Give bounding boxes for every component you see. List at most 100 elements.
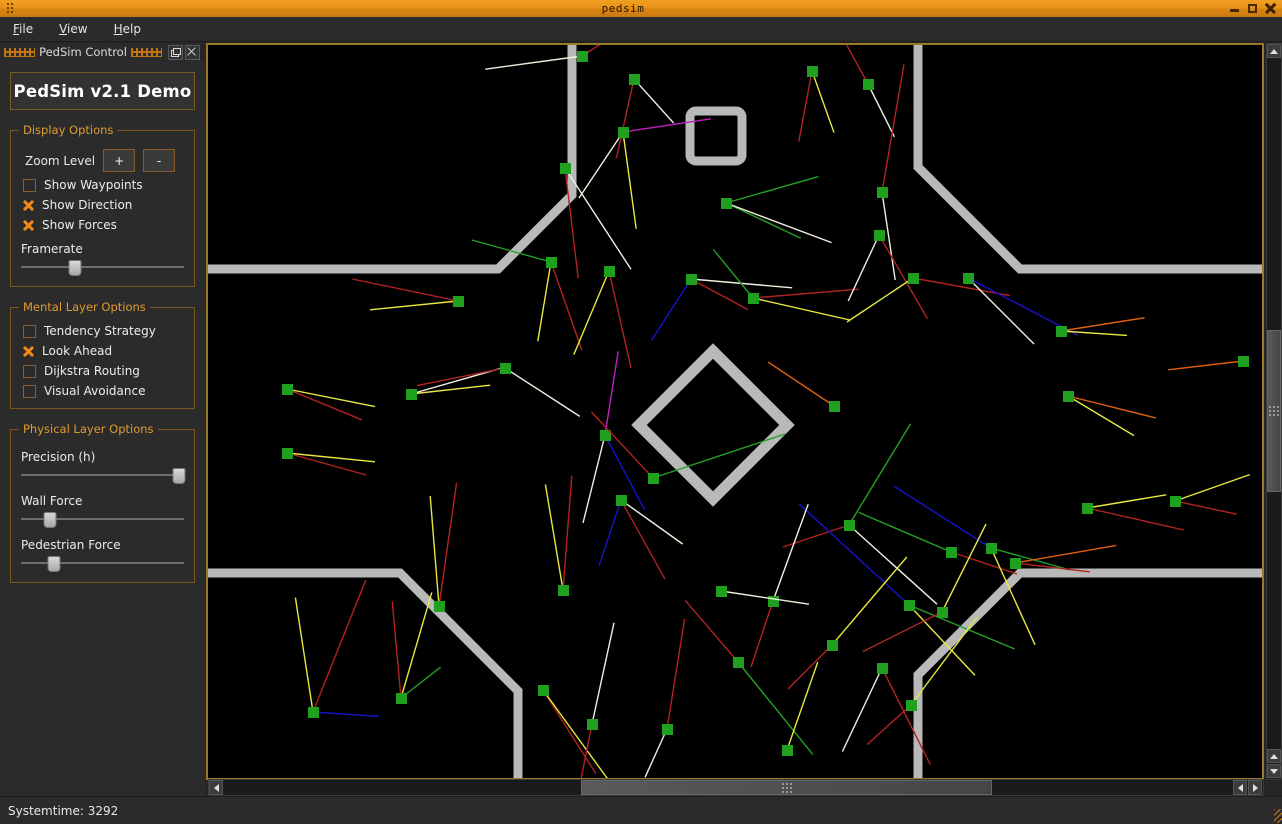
agent-marker[interactable] xyxy=(282,448,293,459)
agent-marker[interactable] xyxy=(587,719,598,730)
pedestrian-agent[interactable] xyxy=(1168,356,1249,371)
agent-marker[interactable] xyxy=(807,66,818,77)
checkbox-unchecked-icon[interactable] xyxy=(23,364,36,378)
pedestrian-agent[interactable] xyxy=(712,249,859,321)
scroll-left-button[interactable] xyxy=(209,780,223,795)
checkbox-show-waypoints[interactable]: Show Waypoints xyxy=(23,178,186,192)
pedestrian-agent[interactable] xyxy=(650,274,793,341)
agent-marker[interactable] xyxy=(500,363,511,374)
agent-marker[interactable] xyxy=(453,296,464,307)
agent-marker[interactable] xyxy=(1170,496,1181,507)
pedestrian-agent[interactable] xyxy=(544,475,573,596)
agent-marker[interactable] xyxy=(721,198,732,209)
dock-titlebar[interactable]: PedSim Control xyxy=(0,43,200,61)
slider-thumb[interactable] xyxy=(43,512,57,528)
resize-grip-icon[interactable] xyxy=(1274,809,1282,823)
agent-marker[interactable] xyxy=(1056,326,1067,337)
agent-marker[interactable] xyxy=(618,127,629,138)
pedestrian-agent[interactable] xyxy=(842,45,896,138)
agent-marker[interactable] xyxy=(616,495,627,506)
pedestrian-agent[interactable] xyxy=(282,384,376,421)
window-menu-icon[interactable] xyxy=(3,3,17,14)
checkbox-unchecked-icon[interactable] xyxy=(23,384,36,398)
pedestrian-agent[interactable] xyxy=(750,503,809,668)
checkbox-dijkstra-routing[interactable]: Dijkstra Routing xyxy=(23,364,186,378)
minimize-icon[interactable] xyxy=(1229,3,1240,14)
scroll-up-button[interactable] xyxy=(1267,44,1281,58)
agent-marker[interactable] xyxy=(577,51,588,62)
maximize-icon[interactable] xyxy=(1247,3,1258,14)
menu-help[interactable]: Help xyxy=(111,20,144,38)
close-icon[interactable] xyxy=(1265,3,1276,14)
agent-marker[interactable] xyxy=(946,547,957,558)
pedestrian-agent[interactable] xyxy=(721,175,832,244)
agent-marker[interactable] xyxy=(538,685,549,696)
checkbox-checked-icon[interactable] xyxy=(23,220,34,231)
pedestrian-force-slider[interactable] xyxy=(21,554,184,572)
agent-marker[interactable] xyxy=(1063,391,1074,402)
agent-marker[interactable] xyxy=(908,273,919,284)
pedestrian-agent[interactable] xyxy=(1056,317,1145,337)
framerate-slider[interactable] xyxy=(21,258,184,276)
agent-marker[interactable] xyxy=(986,543,997,554)
agent-marker[interactable] xyxy=(434,601,445,612)
agent-marker[interactable] xyxy=(844,520,855,531)
simulation-canvas[interactable] xyxy=(206,43,1264,780)
menu-file[interactable]: File xyxy=(10,20,36,38)
agent-marker[interactable] xyxy=(604,266,615,277)
precision-slider[interactable] xyxy=(21,466,186,484)
pedestrian-agent[interactable] xyxy=(282,448,376,476)
pedestrian-agent[interactable] xyxy=(429,482,458,612)
checkbox-unchecked-icon[interactable] xyxy=(23,178,36,192)
pedestrian-agent[interactable] xyxy=(782,661,819,756)
scroll-down-button[interactable] xyxy=(1267,749,1281,763)
pedestrian-agent[interactable] xyxy=(485,45,630,70)
pedestrian-agent[interactable] xyxy=(877,64,905,281)
checkbox-tendency-strategy[interactable]: Tendency Strategy xyxy=(23,324,186,338)
checkbox-look-ahead[interactable]: Look Ahead xyxy=(23,344,186,358)
agent-marker[interactable] xyxy=(558,585,569,596)
slider-thumb[interactable] xyxy=(47,556,61,572)
agent-marker[interactable] xyxy=(716,586,727,597)
pedestrian-agent[interactable] xyxy=(352,278,464,311)
agent-marker[interactable] xyxy=(686,274,697,285)
pedestrian-agent[interactable] xyxy=(598,495,684,580)
scroll-right-button-2[interactable] xyxy=(1248,780,1262,795)
pedestrian-agent[interactable] xyxy=(716,586,810,605)
agent-marker[interactable] xyxy=(877,663,888,674)
agent-marker[interactable] xyxy=(877,187,888,198)
agent-marker[interactable] xyxy=(906,700,917,711)
vertical-scrollbar[interactable] xyxy=(1266,43,1282,780)
dock-grip-right-icon[interactable] xyxy=(130,47,162,57)
slider-thumb[interactable] xyxy=(172,468,186,484)
pedestrian-agent[interactable] xyxy=(406,366,504,400)
agent-marker[interactable] xyxy=(308,707,319,718)
agent-marker[interactable] xyxy=(629,74,640,85)
pedestrian-agent[interactable] xyxy=(893,485,1071,646)
pedestrian-agent[interactable] xyxy=(573,266,632,368)
pedestrian-agent[interactable] xyxy=(471,239,583,351)
pedestrian-agent[interactable] xyxy=(644,618,686,778)
wall-force-slider[interactable] xyxy=(21,510,184,528)
agent-marker[interactable] xyxy=(748,293,759,304)
agent-marker[interactable] xyxy=(560,163,571,174)
agent-marker[interactable] xyxy=(827,640,838,651)
dock-close-icon[interactable] xyxy=(184,44,200,60)
pedestrian-agent[interactable] xyxy=(767,361,840,412)
checkbox-checked-icon[interactable] xyxy=(23,200,34,211)
agent-marker[interactable] xyxy=(396,693,407,704)
agent-marker[interactable] xyxy=(1010,558,1021,569)
agent-marker[interactable] xyxy=(733,657,744,668)
vertical-scroll-thumb[interactable] xyxy=(1267,329,1281,492)
agent-marker[interactable] xyxy=(662,724,673,735)
agent-marker[interactable] xyxy=(648,473,659,484)
scroll-down-button-2[interactable] xyxy=(1267,764,1281,778)
agent-marker[interactable] xyxy=(282,384,293,395)
pedestrian-agent[interactable] xyxy=(846,273,1010,323)
pedestrian-agent[interactable] xyxy=(294,579,380,718)
horizontal-scroll-thumb[interactable] xyxy=(581,780,993,795)
zoom-in-button[interactable]: + xyxy=(103,149,136,172)
agent-marker[interactable] xyxy=(829,401,840,412)
pedestrian-agent[interactable] xyxy=(1082,494,1184,531)
checkbox-visual-avoidance[interactable]: Visual Avoidance xyxy=(23,384,186,398)
